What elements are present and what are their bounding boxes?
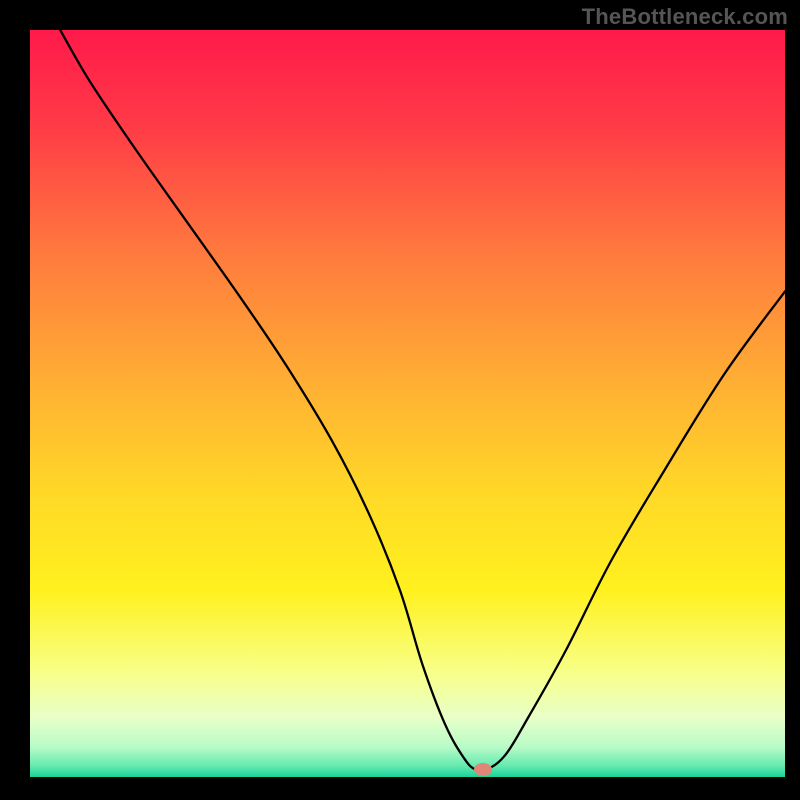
chart-container: TheBottleneck.com [0,0,800,800]
bottleneck-chart [30,30,785,777]
optimal-marker [474,763,492,776]
plot-background [30,30,785,777]
watermark-label: TheBottleneck.com [582,4,788,30]
